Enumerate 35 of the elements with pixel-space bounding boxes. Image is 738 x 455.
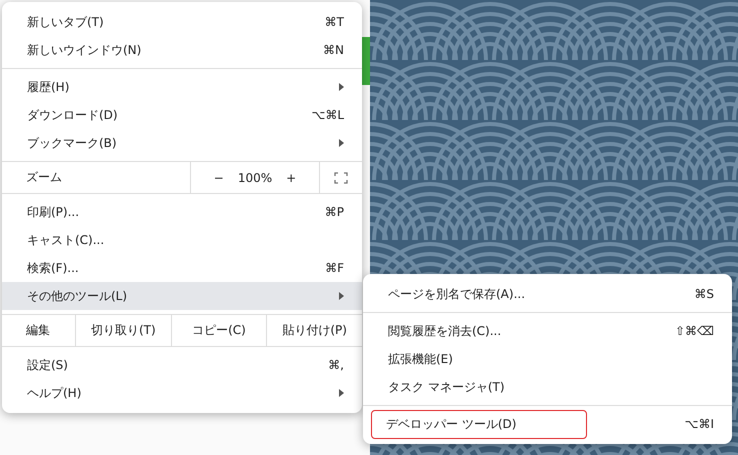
menu-item[interactable]: 拡張機能(E)	[363, 345, 732, 373]
menu-item[interactable]: デベロッパー ツール(D) ⌥⌘I	[363, 410, 732, 438]
menu-item[interactable]: ダウンロード(D) ⌥⌘L	[2, 101, 362, 129]
zoom-in-button[interactable]: +	[278, 166, 304, 188]
menu-item[interactable]: 印刷(P)... ⌘P	[2, 198, 362, 226]
menu-item[interactable]: 閲覧履歴を消去(C)... ⇧⌘⌫	[363, 317, 732, 345]
menu-item[interactable]: 検索(F)... ⌘F	[2, 254, 362, 282]
menu-item[interactable]: 新しいタブ(T) ⌘T	[2, 8, 362, 36]
shortcut-text: ⇧⌘⌫	[674, 324, 714, 338]
menu-item[interactable]: タスク マネージャ(T)	[363, 373, 732, 401]
fullscreen-icon[interactable]	[334, 172, 348, 184]
menu-item[interactable]: 履歴(H)	[2, 73, 362, 101]
menu-item[interactable]: ブックマーク(B)	[2, 129, 362, 157]
edit-action-button[interactable]: 切り取り(T)	[82, 318, 164, 343]
shortcut-text: ⌥⌘L	[311, 108, 344, 122]
shortcut-text: ⌘T	[324, 15, 344, 29]
shortcut-text: ⌥⌘I	[684, 417, 714, 431]
shortcut-text: ⌘S	[694, 287, 714, 301]
zoom-label: ズーム	[25, 169, 62, 186]
edit-action-button[interactable]: 貼り付け(P)	[274, 318, 355, 343]
menu-item[interactable]: キャスト(C)...	[2, 226, 362, 254]
zoom-value: 100%	[236, 170, 274, 184]
shortcut-text: ⌘,	[328, 358, 344, 372]
menu-item[interactable]: 新しいウインドウ(N) ⌘N	[2, 36, 362, 64]
menu-item[interactable]: ヘルプ(H)	[2, 379, 362, 407]
highlight-outline: デベロッパー ツール(D)	[371, 410, 588, 438]
zoom-out-button[interactable]: −	[206, 166, 232, 188]
shortcut-text: ⌘P	[324, 205, 344, 219]
shortcut-text: ⌘F	[325, 261, 344, 275]
edit-action-button[interactable]: コピー(C)	[184, 318, 254, 343]
menu-item[interactable]: ページを別名で保存(A)... ⌘S	[363, 280, 732, 308]
menu-item[interactable]: 設定(S) ⌘,	[2, 351, 362, 379]
edit-label: 編集	[25, 322, 50, 339]
shortcut-text: ⌘N	[323, 43, 344, 57]
menu-item[interactable]: その他のツール(L)	[2, 282, 362, 310]
